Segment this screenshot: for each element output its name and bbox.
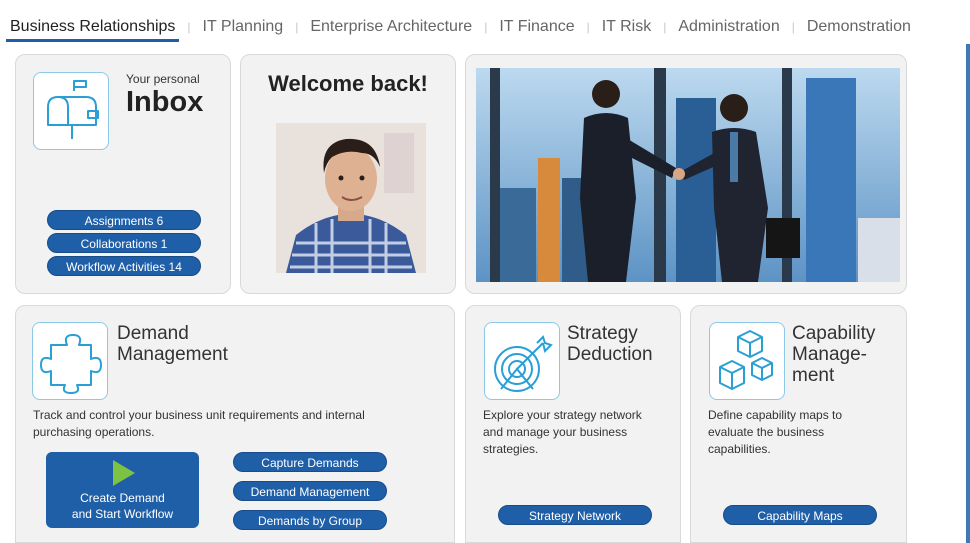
demand-management-button[interactable]: Demand Management — [233, 481, 387, 501]
create-demand-label-line2: and Start Workflow — [71, 507, 174, 521]
inbox-card: Your personal Inbox Assignments 6 Collab… — [15, 54, 231, 294]
create-demand-button[interactable]: Create Demand and Start Workflow — [46, 452, 199, 528]
inbox-subtitle: Your personal — [126, 72, 200, 86]
strategy-description-line1: Explore your strategy network — [483, 408, 642, 422]
welcome-title: Welcome back! — [268, 71, 428, 96]
hero-card — [465, 54, 907, 294]
inbox-title: Inbox — [126, 86, 204, 118]
create-demand-label-line1: Create Demand — [80, 491, 165, 505]
demand-title-line2: Management — [117, 344, 228, 365]
tab-it-finance[interactable]: IT Finance — [495, 12, 578, 42]
tab-separator: | — [791, 20, 795, 34]
assignments-button[interactable]: Assignments 6 — [47, 210, 201, 230]
tab-it-risk[interactable]: IT Risk — [598, 12, 655, 42]
capability-description-line3: capabilities. — [708, 442, 771, 456]
tab-separator: | — [187, 20, 191, 34]
strategy-title-line2: Deduction — [567, 344, 653, 365]
demand-title-line1: Demand — [117, 323, 189, 344]
top-nav-tabs: Business Relationships | IT Planning | E… — [6, 10, 970, 44]
business-handshake-photo — [476, 68, 900, 282]
tab-business-relationships[interactable]: Business Relationships — [6, 12, 180, 42]
strategy-network-button[interactable]: Strategy Network — [498, 505, 652, 525]
tab-enterprise-architecture[interactable]: Enterprise Architecture — [306, 12, 476, 42]
workflow-activities-button[interactable]: Workflow Activities 14 — [47, 256, 201, 276]
play-icon — [113, 460, 135, 486]
demand-management-card: Demand Management Track and control your… — [15, 305, 455, 543]
strategy-title-line1: Strategy — [567, 323, 638, 344]
welcome-card: Welcome back! — [240, 54, 456, 294]
demand-description-line1: Track and control your business unit req… — [33, 408, 365, 422]
tab-separator: | — [484, 20, 488, 34]
capability-description-line2: evaluate the business — [708, 425, 825, 439]
tab-demonstration[interactable]: Demonstration — [803, 12, 915, 42]
demands-by-group-button[interactable]: Demands by Group — [233, 510, 387, 530]
demand-description-line2: purchasing operations. — [33, 425, 155, 439]
strategy-description-line3: strategies. — [483, 442, 539, 456]
capability-management-card: Capability Manage- ment Define capabilit… — [690, 305, 907, 543]
cubes-icon — [709, 322, 785, 400]
collaborations-button[interactable]: Collaborations 1 — [47, 233, 201, 253]
tab-it-planning[interactable]: IT Planning — [199, 12, 288, 42]
puzzle-icon — [32, 322, 108, 400]
tab-separator: | — [586, 20, 590, 34]
capability-description-line1: Define capability maps to — [708, 408, 843, 422]
strategy-deduction-card: Strategy Deduction Explore your strategy… — [465, 305, 681, 543]
tab-administration[interactable]: Administration — [674, 12, 783, 42]
tab-separator: | — [663, 20, 667, 34]
capability-title-line2: Manage- — [792, 344, 867, 365]
scroll-edge-bar — [966, 44, 970, 543]
capability-title-line1: Capability — [792, 323, 876, 344]
mailbox-icon — [33, 72, 109, 150]
capability-title-line3: ment — [792, 365, 835, 386]
tab-separator: | — [295, 20, 299, 34]
strategy-description-line2: and manage your business — [483, 425, 628, 439]
user-avatar — [276, 123, 426, 273]
capture-demands-button[interactable]: Capture Demands — [233, 452, 387, 472]
target-icon — [484, 322, 560, 400]
capability-maps-button[interactable]: Capability Maps — [723, 505, 877, 525]
